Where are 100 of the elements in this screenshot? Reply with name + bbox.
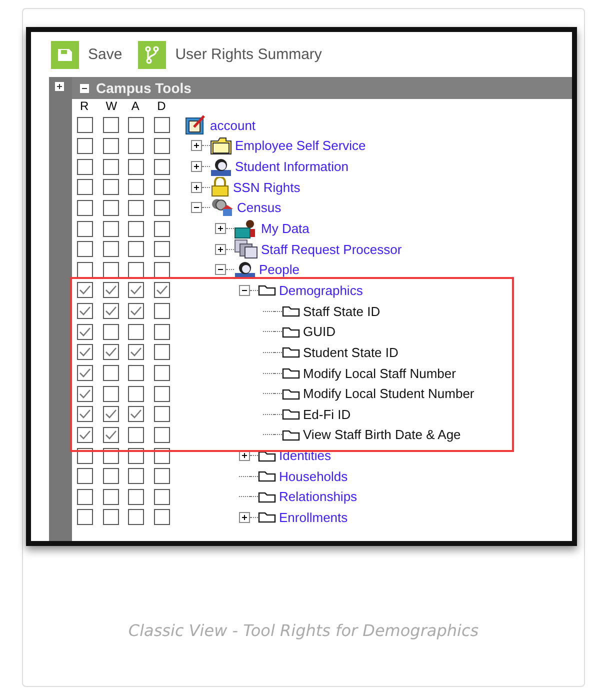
tree-link[interactable]: SSN Rights xyxy=(233,180,300,195)
checkbox[interactable] xyxy=(154,200,170,216)
checkbox[interactable] xyxy=(154,365,170,381)
expand-icon[interactable] xyxy=(191,182,202,193)
checkbox[interactable] xyxy=(128,344,144,360)
tree-link[interactable]: Relationships xyxy=(279,489,358,504)
checkbox[interactable] xyxy=(154,179,170,196)
checkbox[interactable] xyxy=(128,468,144,484)
checkbox[interactable] xyxy=(102,386,119,402)
checkbox[interactable] xyxy=(102,262,119,278)
tree-link[interactable]: Households xyxy=(279,468,348,484)
summary-button[interactable]: User Rights Summary xyxy=(138,40,322,68)
expand-icon[interactable] xyxy=(215,244,226,255)
checkbox[interactable] xyxy=(102,241,119,258)
checkbox[interactable] xyxy=(102,488,119,505)
checkbox[interactable] xyxy=(77,282,93,298)
expand-icon[interactable] xyxy=(191,140,202,152)
collapse-icon[interactable] xyxy=(191,202,202,214)
checkbox[interactable] xyxy=(154,386,170,402)
checkbox[interactable] xyxy=(154,344,170,360)
checkbox[interactable] xyxy=(128,241,144,258)
checkbox[interactable] xyxy=(128,426,144,443)
checkbox[interactable] xyxy=(128,220,144,237)
checkbox[interactable] xyxy=(128,303,144,320)
tree-link[interactable]: Enrollments xyxy=(279,510,348,525)
tree-item[interactable]: Student State ID xyxy=(303,344,398,360)
tree-link[interactable]: account xyxy=(210,118,256,133)
checkbox[interactable] xyxy=(154,220,170,237)
checkbox[interactable] xyxy=(102,158,119,175)
checkbox[interactable] xyxy=(154,426,170,443)
checkbox[interactable] xyxy=(154,509,170,526)
tree-link[interactable]: Demographics xyxy=(279,282,363,298)
checkbox[interactable] xyxy=(128,117,144,134)
checkbox[interactable] xyxy=(77,365,93,381)
checkbox[interactable] xyxy=(102,324,119,340)
checkbox[interactable] xyxy=(77,200,93,216)
tree-link[interactable]: People xyxy=(259,262,300,278)
checkbox[interactable] xyxy=(128,138,144,154)
checkbox[interactable] xyxy=(77,138,93,154)
checkbox[interactable] xyxy=(77,179,93,196)
tree-link[interactable]: Employee Self Service xyxy=(235,138,366,154)
checkbox[interactable] xyxy=(102,509,119,526)
tree-link[interactable]: Census xyxy=(237,200,282,216)
expand-icon[interactable] xyxy=(191,161,202,172)
collapse-icon[interactable] xyxy=(80,84,89,92)
checkbox[interactable] xyxy=(77,509,93,526)
tree-link[interactable]: Staff Request Processor xyxy=(261,242,402,257)
tree-item[interactable]: Modify Local Staff Number xyxy=(303,366,456,380)
checkbox[interactable] xyxy=(77,344,93,360)
checkbox[interactable] xyxy=(77,262,93,278)
checkbox[interactable] xyxy=(77,220,93,237)
checkbox[interactable] xyxy=(102,220,119,237)
tree-item[interactable]: GUID xyxy=(303,324,336,340)
checkbox[interactable] xyxy=(154,117,170,134)
checkbox[interactable] xyxy=(154,324,170,340)
tree-item[interactable]: Ed-Fi ID xyxy=(303,406,351,422)
checkbox[interactable] xyxy=(77,303,93,320)
checkbox[interactable] xyxy=(154,262,170,278)
tree-link[interactable]: Identities xyxy=(279,448,332,464)
checkbox[interactable] xyxy=(128,386,144,402)
checkbox[interactable] xyxy=(77,488,93,505)
checkbox[interactable] xyxy=(77,406,93,422)
checkbox[interactable] xyxy=(128,406,144,422)
checkbox[interactable] xyxy=(102,344,119,360)
checkbox[interactable] xyxy=(77,324,93,340)
checkbox[interactable] xyxy=(128,200,144,216)
checkbox[interactable] xyxy=(102,365,119,381)
checkbox[interactable] xyxy=(77,426,93,443)
checkbox[interactable] xyxy=(128,282,144,298)
expand-icon[interactable] xyxy=(215,223,226,234)
checkbox[interactable] xyxy=(128,324,144,340)
checkbox[interactable] xyxy=(102,406,119,422)
checkbox[interactable] xyxy=(154,158,170,175)
tree-item[interactable]: View Staff Birth Date & Age xyxy=(303,427,461,442)
checkbox[interactable] xyxy=(102,200,119,216)
checkbox[interactable] xyxy=(102,117,119,134)
checkbox[interactable] xyxy=(102,282,119,298)
checkbox[interactable] xyxy=(102,468,119,484)
checkbox[interactable] xyxy=(154,303,170,320)
tree-link[interactable]: Student Information xyxy=(235,159,348,174)
tree-item[interactable]: Modify Local Student Number xyxy=(303,386,474,402)
checkbox[interactable] xyxy=(154,468,170,484)
tree-item[interactable]: Staff State ID xyxy=(303,304,380,319)
checkbox[interactable] xyxy=(77,468,93,484)
checkbox[interactable] xyxy=(128,488,144,505)
collapse-icon[interactable] xyxy=(215,264,226,276)
checkbox[interactable] xyxy=(154,406,170,422)
expand-icon[interactable] xyxy=(239,512,250,523)
collapse-icon[interactable] xyxy=(239,284,250,296)
checkbox[interactable] xyxy=(154,282,170,298)
checkbox[interactable] xyxy=(128,262,144,278)
checkbox[interactable] xyxy=(102,426,119,443)
checkbox[interactable] xyxy=(154,488,170,505)
checkbox[interactable] xyxy=(102,138,119,154)
checkbox[interactable] xyxy=(77,117,93,134)
checkbox[interactable] xyxy=(154,138,170,154)
checkbox[interactable] xyxy=(77,158,93,175)
checkbox[interactable] xyxy=(77,386,93,402)
expand-icon[interactable] xyxy=(55,82,64,91)
checkbox[interactable] xyxy=(128,365,144,381)
